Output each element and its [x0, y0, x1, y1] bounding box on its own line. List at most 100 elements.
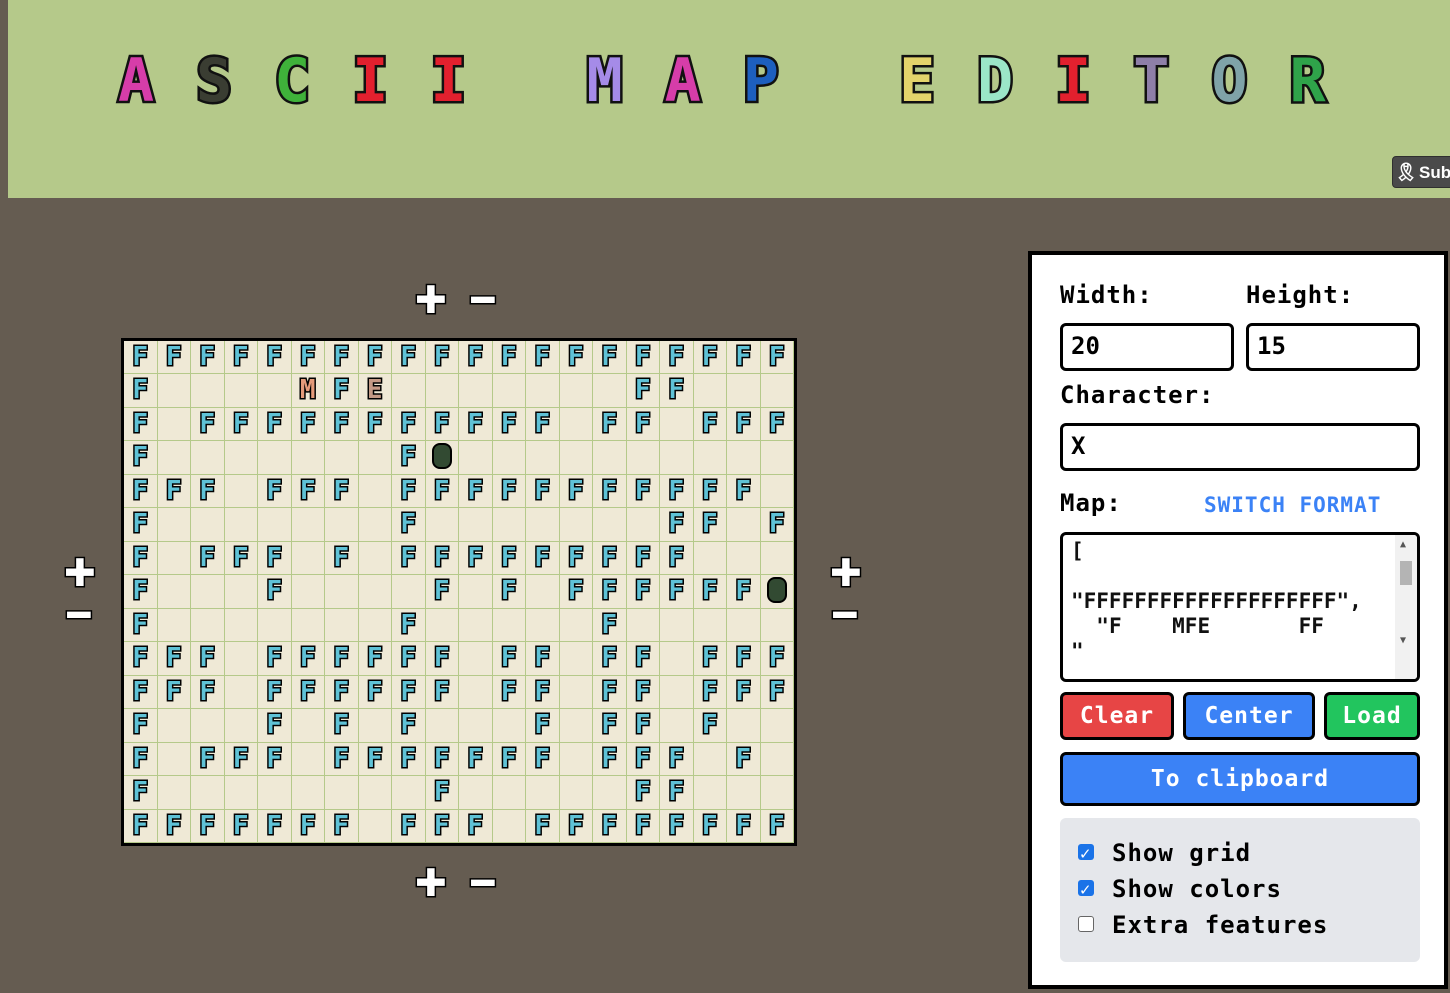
- grid-cell[interactable]: F: [392, 474, 426, 509]
- grid-cell[interactable]: [224, 608, 258, 643]
- grid-cell[interactable]: F: [258, 541, 292, 576]
- grid-cell[interactable]: [157, 709, 191, 743]
- grid-cell[interactable]: F: [124, 441, 158, 475]
- grid-cell[interactable]: [392, 575, 426, 609]
- grid-cell[interactable]: F: [526, 709, 560, 743]
- grid-cell[interactable]: [358, 508, 392, 542]
- grid-cell[interactable]: F: [526, 541, 560, 576]
- grid-cell[interactable]: F: [358, 340, 392, 375]
- grid-cell[interactable]: M: [291, 374, 325, 408]
- grid-cell[interactable]: [526, 575, 560, 609]
- grid-cell[interactable]: F: [392, 407, 426, 442]
- grid-cell[interactable]: F: [693, 474, 727, 509]
- scroll-up-icon[interactable]: ▲: [1400, 539, 1406, 550]
- grid-cell[interactable]: [492, 608, 526, 643]
- grid-cell[interactable]: F: [325, 541, 359, 576]
- grid-cell[interactable]: F: [526, 675, 560, 710]
- grid-cell[interactable]: [157, 374, 191, 408]
- grid-cell[interactable]: [191, 508, 225, 542]
- subscribe-button[interactable]: 🎗Sub: [1392, 156, 1450, 188]
- grid-cell[interactable]: F: [693, 675, 727, 710]
- grid-cell[interactable]: [425, 709, 459, 743]
- remove-column-left-button[interactable]: ━: [64, 595, 94, 636]
- grid-cell[interactable]: [693, 441, 727, 475]
- grid-cell[interactable]: F: [660, 809, 694, 844]
- grid-cell[interactable]: [492, 709, 526, 743]
- grid-cell[interactable]: [727, 441, 761, 475]
- grid-cell[interactable]: [258, 608, 292, 643]
- grid-cell[interactable]: F: [492, 541, 526, 576]
- grid-cell[interactable]: F: [459, 340, 493, 375]
- grid-cell[interactable]: [526, 508, 560, 542]
- grid-cell[interactable]: F: [425, 642, 459, 676]
- grid-cell[interactable]: F: [157, 340, 191, 375]
- grid-cell[interactable]: [325, 776, 359, 810]
- grid-cell[interactable]: [559, 407, 593, 442]
- grid-cell[interactable]: [660, 709, 694, 743]
- grid-cell[interactable]: F: [124, 374, 158, 408]
- grid-cell[interactable]: [224, 776, 258, 810]
- grid-cell[interactable]: F: [258, 340, 292, 375]
- grid-cell[interactable]: [760, 575, 794, 609]
- grid-cell[interactable]: F: [626, 407, 660, 442]
- grid-cell[interactable]: F: [291, 675, 325, 710]
- grid-cell[interactable]: F: [727, 340, 761, 375]
- grid-cell[interactable]: F: [191, 742, 225, 777]
- grid-cell[interactable]: F: [258, 809, 292, 844]
- grid-cell[interactable]: [224, 374, 258, 408]
- grid-cell[interactable]: F: [124, 340, 158, 375]
- character-input[interactable]: X: [1060, 423, 1420, 471]
- grid-cell[interactable]: [660, 675, 694, 710]
- grid-cell[interactable]: F: [224, 742, 258, 777]
- grid-cell[interactable]: F: [191, 541, 225, 576]
- grid-cell[interactable]: F: [325, 709, 359, 743]
- grid-cell[interactable]: F: [559, 340, 593, 375]
- grid-cell[interactable]: [291, 441, 325, 475]
- grid-cell[interactable]: F: [760, 508, 794, 542]
- grid-cell[interactable]: F: [191, 474, 225, 509]
- grid-cell[interactable]: F: [526, 340, 560, 375]
- grid-cell[interactable]: [492, 441, 526, 475]
- grid-cell[interactable]: [258, 441, 292, 475]
- grid-cell[interactable]: F: [727, 675, 761, 710]
- grid-cell[interactable]: [727, 374, 761, 408]
- remove-row-bottom-button[interactable]: ━: [468, 863, 498, 904]
- grid-cell[interactable]: [191, 608, 225, 643]
- grid-cell[interactable]: [258, 776, 292, 810]
- grid-cell[interactable]: F: [425, 340, 459, 375]
- option-extra-features[interactable]: Extra features: [1078, 910, 1328, 940]
- grid-cell[interactable]: [325, 441, 359, 475]
- grid-cell[interactable]: F: [459, 407, 493, 442]
- grid-cell[interactable]: [693, 608, 727, 643]
- add-column-right-button[interactable]: ✚: [829, 553, 864, 594]
- width-input[interactable]: 20: [1060, 323, 1234, 371]
- grid-cell[interactable]: F: [626, 809, 660, 844]
- grid-cell[interactable]: F: [593, 608, 627, 643]
- grid-cell[interactable]: F: [727, 575, 761, 609]
- grid-cell[interactable]: F: [526, 474, 560, 509]
- checkbox-checked-icon[interactable]: [1078, 875, 1094, 905]
- checkbox-checked-icon[interactable]: [1078, 839, 1094, 869]
- grid-cell[interactable]: [258, 508, 292, 542]
- grid-cell[interactable]: F: [224, 541, 258, 576]
- grid-cell[interactable]: E: [358, 374, 392, 408]
- grid-cell[interactable]: [191, 374, 225, 408]
- grid-cell[interactable]: F: [425, 541, 459, 576]
- grid-cell[interactable]: F: [526, 407, 560, 442]
- grid-cell[interactable]: [559, 776, 593, 810]
- grid-cell[interactable]: F: [693, 340, 727, 375]
- grid-cell[interactable]: [157, 608, 191, 643]
- grid-cell[interactable]: [559, 642, 593, 676]
- grid-cell[interactable]: [760, 541, 794, 576]
- grid-cell[interactable]: [291, 541, 325, 576]
- grid-cell[interactable]: F: [559, 575, 593, 609]
- grid-cell[interactable]: [760, 709, 794, 743]
- grid-cell[interactable]: F: [392, 675, 426, 710]
- grid-cell[interactable]: [224, 508, 258, 542]
- center-button[interactable]: Center: [1183, 692, 1315, 740]
- grid-cell[interactable]: [291, 742, 325, 777]
- grid-cell[interactable]: F: [727, 742, 761, 777]
- grid-cell[interactable]: F: [626, 709, 660, 743]
- grid-cell[interactable]: [459, 374, 493, 408]
- grid-cell[interactable]: [626, 608, 660, 643]
